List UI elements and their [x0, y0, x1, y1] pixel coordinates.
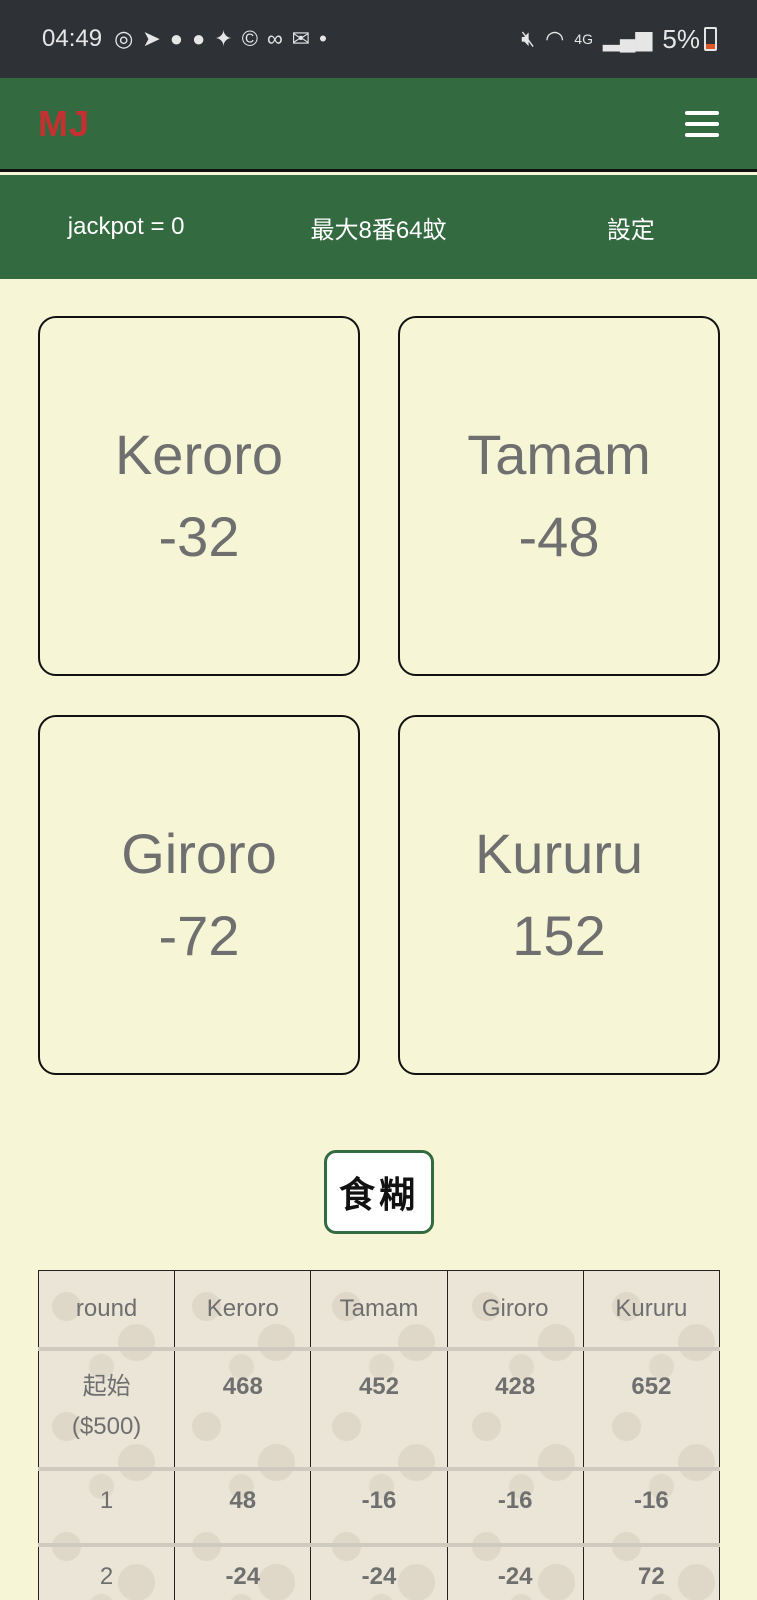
- column-header: Kururu: [582, 1270, 720, 1351]
- notification-icons: ◎ ➤ ● ● ✦ © ∞ ✉ •: [114, 26, 327, 52]
- more-dot-icon: •: [319, 26, 327, 51]
- mute-icon: 🔇︎: [521, 26, 536, 51]
- copyright-icon: ©: [241, 26, 258, 51]
- score-cell: -24: [446, 1544, 584, 1600]
- player-name: Giroro: [121, 822, 277, 885]
- score-cell: 652: [582, 1348, 720, 1471]
- round-sublabel: ($500): [71, 1412, 142, 1440]
- battery-level: 5%: [662, 23, 700, 54]
- score-cell: -16: [446, 1468, 584, 1547]
- column-header: Keroro: [174, 1270, 312, 1351]
- score-cell: -24: [174, 1544, 312, 1600]
- status-right: 🔇︎ ◠ 4G ▂▄▆ 5%: [521, 24, 717, 55]
- round-cell: 2: [38, 1544, 176, 1600]
- mail-icon: ✉: [291, 26, 311, 51]
- brand-logo[interactable]: MJ: [38, 103, 90, 145]
- player-name: Kururu: [474, 822, 644, 885]
- twitter-icon: ✦: [214, 26, 233, 51]
- apple-icon: ●: [192, 26, 206, 51]
- wifi-icon: ◠: [545, 26, 565, 51]
- signal-icon: ▂▄▆: [602, 26, 653, 51]
- win-button[interactable]: 食糊: [324, 1150, 434, 1234]
- score-cell: 452: [310, 1348, 448, 1471]
- battery: 5%: [662, 24, 717, 55]
- score-cell: 428: [446, 1348, 584, 1471]
- settings-link[interactable]: 設定: [505, 210, 757, 245]
- status-bar: 04:49 ◎ ➤ ● ● ✦ © ∞ ✉ • 🔇︎ ◠ 4G ▂▄▆ 5%: [0, 0, 757, 78]
- score-cell: -16: [582, 1468, 720, 1547]
- player-score: 152: [512, 904, 606, 967]
- table-row: 起始 ($500) 468 452 428 652: [38, 1348, 720, 1471]
- jackpot-label[interactable]: jackpot = 0: [0, 213, 252, 241]
- column-header: Tamam: [310, 1270, 448, 1351]
- player-card-1[interactable]: Keroro -32: [38, 316, 360, 676]
- table-row: 2 -24 -24 -24 72: [38, 1544, 720, 1600]
- battery-icon: [704, 27, 717, 51]
- info-bar: jackpot = 0 最大8番64蚊 設定: [0, 175, 757, 279]
- score-cell: -24: [310, 1544, 448, 1600]
- player-card-2[interactable]: Tamam -48: [398, 316, 720, 676]
- column-header: round: [38, 1270, 176, 1351]
- column-header: Giroro: [446, 1270, 584, 1351]
- app-bar: MJ: [0, 78, 757, 172]
- hamburger-menu-icon[interactable]: [685, 110, 719, 137]
- apple-icon: ●: [169, 26, 183, 51]
- round-cell: 起始 ($500): [38, 1348, 176, 1471]
- telegram-icon: ➤: [142, 26, 161, 51]
- score-table: round Keroro Tamam Giroro Kururu 起始 ($50…: [38, 1270, 720, 1600]
- infinity-icon: ∞: [266, 26, 283, 51]
- notification-app-icon: ◎: [114, 26, 134, 51]
- player-score: -72: [158, 904, 240, 967]
- player-name: Tamam: [467, 423, 651, 486]
- score-cell: 72: [582, 1544, 720, 1600]
- table-row: 1 48 -16 -16 -16: [38, 1468, 720, 1547]
- round-cell: 1: [38, 1468, 176, 1547]
- score-cell: 468: [174, 1348, 312, 1471]
- status-time: 04:49: [42, 25, 103, 52]
- max-label[interactable]: 最大8番64蚊: [252, 210, 504, 245]
- table-header-row: round Keroro Tamam Giroro Kururu: [38, 1270, 720, 1351]
- player-name: Keroro: [114, 423, 284, 486]
- player-card-3[interactable]: Giroro -72: [38, 715, 360, 1075]
- player-score: -48: [518, 505, 600, 568]
- player-card-4[interactable]: Kururu 152: [398, 715, 720, 1075]
- round-label: 起始: [82, 1372, 131, 1400]
- score-cell: 48: [174, 1468, 312, 1547]
- score-cell: -16: [310, 1468, 448, 1547]
- player-score: -32: [158, 505, 240, 568]
- network-type: 4G: [574, 31, 593, 47]
